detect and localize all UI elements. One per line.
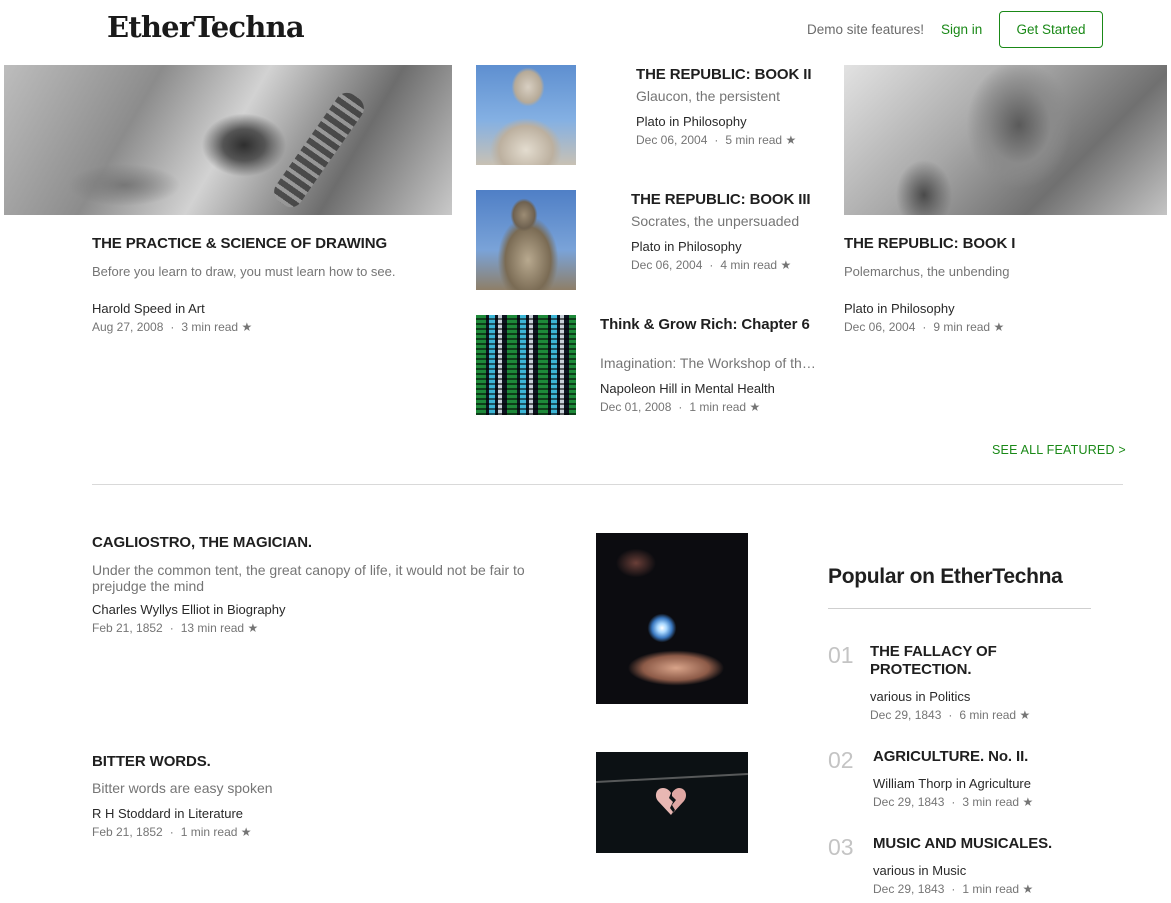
- story-subtitle: Bitter words are easy spoken: [92, 780, 273, 796]
- read-time: 1 min read: [689, 400, 747, 414]
- star-icon: ★: [780, 258, 792, 272]
- post-date: Feb 21, 1852: [92, 621, 163, 635]
- read-time: 1 min read: [962, 882, 1020, 896]
- featured-title[interactable]: THE REPUBLIC: BOOK III: [631, 191, 811, 209]
- separator-dot: ·: [951, 882, 956, 896]
- popular-rank: 01: [828, 642, 854, 668]
- read-time: 4 min read: [720, 258, 778, 272]
- featured-title[interactable]: THE PRACTICE & SCIENCE OF DRAWING: [92, 235, 387, 253]
- featured-author[interactable]: Plato in Philosophy: [844, 301, 955, 316]
- read-time: 3 min read: [181, 320, 239, 334]
- story-meta: Feb 21, 1852 · 1 min read ★: [92, 825, 252, 839]
- featured-author[interactable]: Harold Speed in Art: [92, 301, 205, 316]
- popular-title[interactable]: AGRICULTURE. No. II.: [873, 748, 1028, 766]
- star-icon: ★: [247, 621, 259, 635]
- post-date: Dec 29, 1843: [873, 795, 945, 809]
- popular-meta: Dec 29, 1843 · 1 min read ★: [873, 882, 1033, 896]
- featured-title[interactable]: THE REPUBLIC: BOOK I: [844, 235, 1015, 253]
- popular-author[interactable]: William Thorp in Agriculture: [873, 776, 1031, 791]
- post-date: Dec 06, 2004: [631, 258, 703, 272]
- read-time: 9 min read: [933, 320, 991, 334]
- featured-image-drawing[interactable]: [4, 65, 452, 215]
- featured-meta: Dec 06, 2004 · 4 min read ★: [631, 258, 791, 272]
- section-divider: [92, 484, 1123, 485]
- popular-rank: 02: [828, 747, 854, 773]
- story-image-spark[interactable]: [596, 533, 748, 704]
- demo-features-link[interactable]: Demo site features!: [807, 22, 924, 37]
- featured-title[interactable]: Think & Grow Rich: Chapter 6: [600, 316, 820, 334]
- post-date: Feb 21, 1852: [92, 825, 163, 839]
- featured-meta: Aug 27, 2008 · 3 min read ★: [92, 320, 252, 334]
- story-title[interactable]: BITTER WORDS.: [92, 753, 211, 771]
- story-author[interactable]: R H Stoddard in Literature: [92, 806, 243, 821]
- separator-dot: ·: [714, 133, 719, 147]
- star-icon: ★: [240, 825, 252, 839]
- featured-image-plato[interactable]: [844, 65, 1167, 215]
- popular-title[interactable]: THE FALLACY OF PROTECTION.: [870, 643, 1070, 679]
- wire-line: [596, 773, 748, 783]
- featured-subtitle: Socrates, the unpersuaded: [631, 213, 800, 229]
- featured-author[interactable]: Napoleon Hill in Mental Health: [600, 381, 775, 396]
- popular-author[interactable]: various in Politics: [870, 689, 970, 704]
- read-time: 5 min read: [725, 133, 783, 147]
- separator-dot: ·: [709, 258, 714, 272]
- see-all-featured-link[interactable]: SEE ALL FEATURED >: [992, 443, 1126, 457]
- featured-meta: Dec 01, 2008 · 1 min read ★: [600, 400, 760, 414]
- site-logo[interactable]: EtherTechna: [107, 10, 305, 44]
- broken-heart-icon: [655, 788, 687, 815]
- separator-dot: ·: [170, 320, 175, 334]
- separator-dot: ·: [951, 795, 956, 809]
- popular-rank: 03: [828, 834, 854, 860]
- popular-author[interactable]: various in Music: [873, 863, 966, 878]
- featured-author[interactable]: Plato in Philosophy: [636, 114, 747, 129]
- post-date: Dec 06, 2004: [844, 320, 916, 334]
- featured-image-statue[interactable]: [476, 65, 576, 165]
- star-icon: ★: [785, 133, 797, 147]
- story-author[interactable]: Charles Wyllys Elliot in Biography: [92, 602, 286, 617]
- spine-sketch: [269, 88, 369, 212]
- featured-subtitle: Glaucon, the persistent: [636, 88, 780, 104]
- read-time: 3 min read: [962, 795, 1020, 809]
- separator-dot: ·: [678, 400, 683, 414]
- post-date: Dec 29, 1843: [873, 882, 945, 896]
- popular-heading: Popular on EtherTechna: [828, 565, 1063, 588]
- site-header: EtherTechna Demo site features! Sign in …: [0, 0, 1171, 65]
- popular-divider: [828, 608, 1091, 609]
- featured-author[interactable]: Plato in Philosophy: [631, 239, 742, 254]
- read-time: 13 min read: [180, 621, 245, 635]
- story-image-broken-heart[interactable]: [596, 752, 748, 853]
- story-subtitle: Under the common tent, the great canopy …: [92, 562, 525, 594]
- featured-subtitle: Before you learn to draw, you must learn…: [92, 264, 396, 279]
- featured-title[interactable]: THE REPUBLIC: BOOK II: [636, 66, 812, 84]
- separator-dot: ·: [169, 825, 174, 839]
- featured-meta: Dec 06, 2004 · 9 min read ★: [844, 320, 1004, 334]
- featured-meta: Dec 06, 2004 · 5 min read ★: [636, 133, 796, 147]
- star-icon: ★: [749, 400, 761, 414]
- separator-dot: ·: [169, 621, 174, 635]
- popular-meta: Dec 29, 1843 · 3 min read ★: [873, 795, 1033, 809]
- read-time: 6 min read: [959, 708, 1017, 722]
- featured-subtitle: Polemarchus, the unbending: [844, 264, 1010, 279]
- star-icon: ★: [1022, 795, 1034, 809]
- story-meta: Feb 21, 1852 · 13 min read ★: [92, 621, 258, 635]
- get-started-button[interactable]: Get Started: [999, 11, 1103, 48]
- featured-image-code[interactable]: [476, 315, 576, 415]
- featured-subtitle: Imagination: The Workshop of the Mind: [600, 355, 816, 371]
- post-date: Dec 06, 2004: [636, 133, 708, 147]
- sign-in-link[interactable]: Sign in: [941, 22, 982, 37]
- star-icon: ★: [241, 320, 253, 334]
- featured-image-socrates[interactable]: [476, 190, 576, 290]
- post-date: Dec 01, 2008: [600, 400, 672, 414]
- popular-meta: Dec 29, 1843 · 6 min read ★: [870, 708, 1030, 722]
- star-icon: ★: [1022, 882, 1034, 896]
- separator-dot: ·: [922, 320, 927, 334]
- story-title[interactable]: CAGLIOSTRO, THE MAGICIAN.: [92, 534, 312, 552]
- separator-dot: ·: [948, 708, 953, 722]
- star-icon: ★: [1019, 708, 1031, 722]
- post-date: Aug 27, 2008: [92, 320, 164, 334]
- read-time: 1 min read: [180, 825, 238, 839]
- post-date: Dec 29, 1843: [870, 708, 942, 722]
- popular-title[interactable]: MUSIC AND MUSICALES.: [873, 835, 1052, 853]
- star-icon: ★: [993, 320, 1005, 334]
